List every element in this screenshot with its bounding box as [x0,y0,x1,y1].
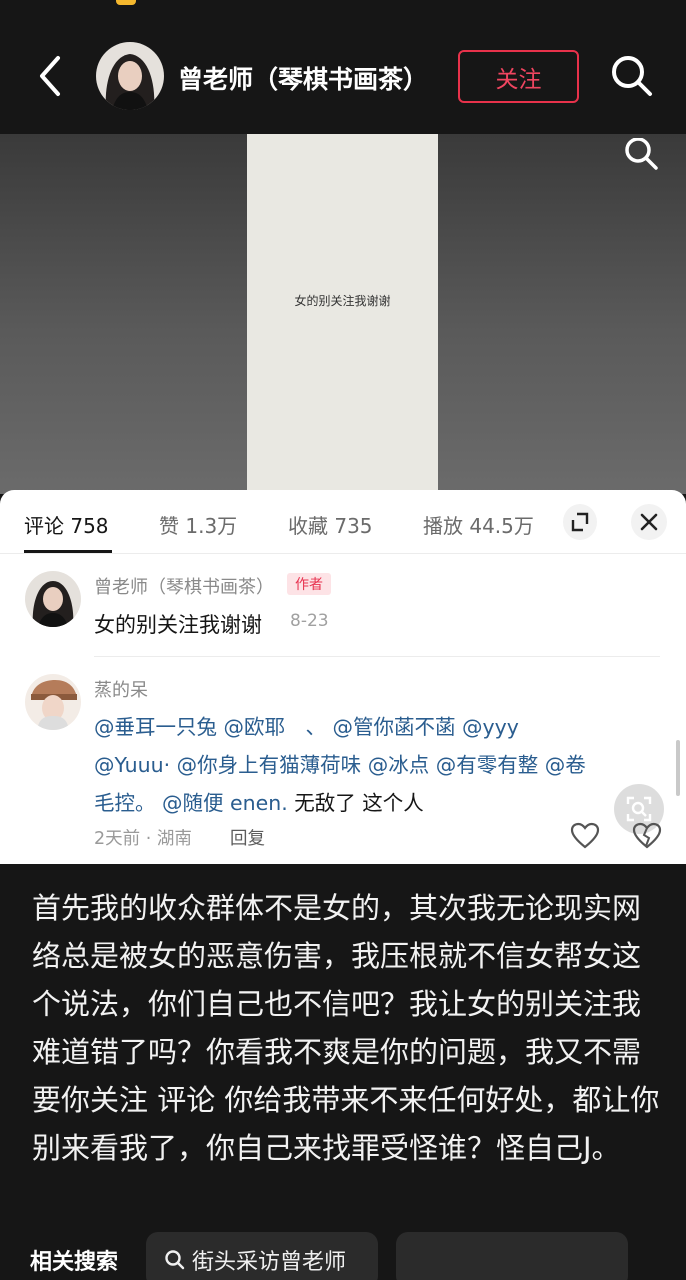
expand-button[interactable] [563,504,597,540]
related-search-label: 相关搜索 [30,1250,119,1275]
video-preview[interactable]: 女的别关注我谢谢 [0,134,686,494]
author-avatar[interactable] [96,42,164,110]
follow-button[interactable]: 关注 [458,50,579,103]
stats-tabs: 评论 758 赞 1.3万 收藏 735 播放 44.5万 [0,490,686,554]
tab-favorites[interactable]: 收藏 735 [288,510,373,539]
close-icon [640,513,658,531]
comment-divider [94,656,660,657]
author-name: 曾老师（琴棋书画茶） [178,65,429,94]
status-indicator [116,0,136,5]
back-button[interactable] [30,54,70,98]
tab-plays[interactable]: 播放 44.5万 [423,510,533,539]
top-bar: 曾老师（琴棋书画茶） 关注 [0,18,686,134]
heart-icon [570,822,600,849]
video-overlay-text: 女的别关注我谢谢 [294,294,391,308]
expand-icon [571,512,589,532]
related-search-chip-2[interactable] [396,1232,628,1280]
video-caption: 首先我的收众群体不是女的，其次我无论现实网络总是被女的恶意伤害，我压根就不信女帮… [32,891,660,1165]
related-search-text: 街头采访曾老师 [192,1250,347,1275]
comment-avatar-user[interactable] [25,674,81,730]
comment-avatar-author[interactable] [25,571,81,627]
status-bar [0,0,686,18]
comment-meta: 2天前 · 湖南 [94,829,192,849]
comment-text-author: 女的别关注我谢谢 [94,613,262,637]
tab-likes[interactable]: 赞 1.3万 [159,510,237,539]
search-icon [165,1250,185,1270]
like-button[interactable] [570,822,600,850]
comment-mentions-line3-links[interactable]: 毛控。 @随便 enen. [94,791,288,815]
comment-date-author: 8-23 [290,611,329,631]
comment-text-user: 无敌了 这个人 [287,791,424,815]
comment-mentions-line3: 毛控。 @随便 enen. 无敌了 这个人 [94,786,424,816]
active-tab-indicator [24,550,112,553]
comments-sheet: 评论 758 赞 1.3万 收藏 735 播放 44.5万 曾老师（琴棋书画茶）… [0,490,686,864]
comment-mentions-line2[interactable]: @Yuuu· @你身上有猫薄荷味 @冰点 @有零有整 @卷 [94,748,586,778]
tab-comments[interactable]: 评论 758 [24,510,109,539]
author-badge: 作者 [287,573,331,595]
search-icon [625,137,658,170]
comment-username-user[interactable]: 蒸的呆 [94,676,148,702]
close-button[interactable] [631,504,667,540]
broken-heart-icon [632,822,662,849]
scrollbar[interactable] [676,740,680,796]
comment-username-author[interactable]: 曾老师（琴棋书画茶） [94,573,274,599]
search-button[interactable] [608,52,656,100]
video-search-button[interactable] [622,137,662,172]
reply-button[interactable]: 回复 [230,825,265,850]
video-frame: 女的别关注我谢谢 [247,134,438,494]
search-icon [612,56,652,96]
back-arrow-icon [40,56,60,96]
related-search-chip[interactable]: 街头采访曾老师 [146,1232,378,1280]
comment-mentions-line1[interactable]: @垂耳一只兔 @欧耶 、 @管你菡不菡 @yyy [94,710,519,740]
dislike-button[interactable] [632,822,662,850]
